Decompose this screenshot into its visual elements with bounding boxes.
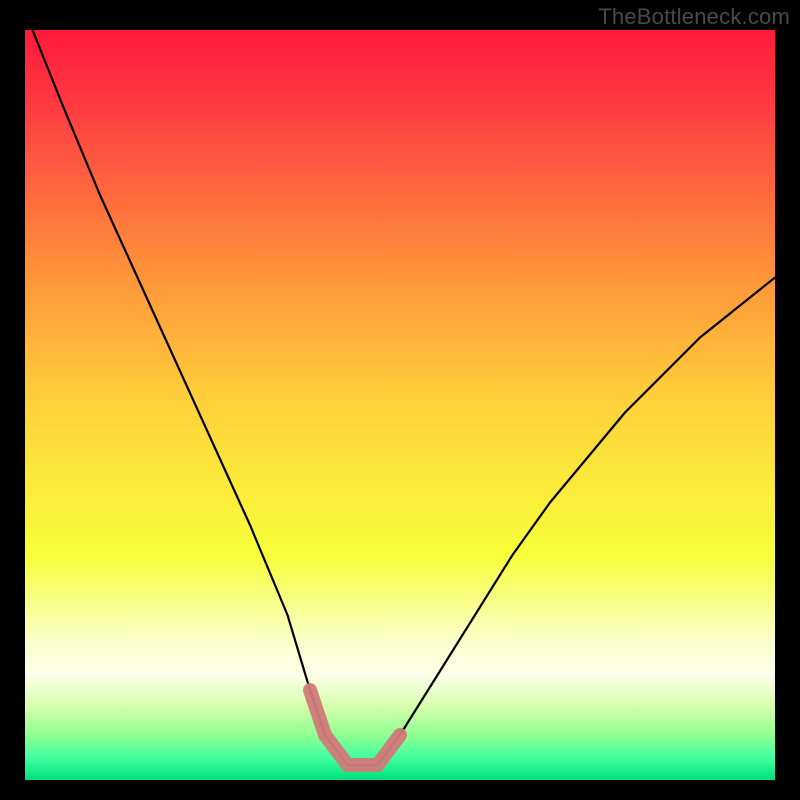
plot-background — [25, 30, 775, 780]
bottleneck-chart — [0, 0, 800, 800]
watermark-text: TheBottleneck.com — [598, 4, 790, 30]
chart-stage: TheBottleneck.com — [0, 0, 800, 800]
